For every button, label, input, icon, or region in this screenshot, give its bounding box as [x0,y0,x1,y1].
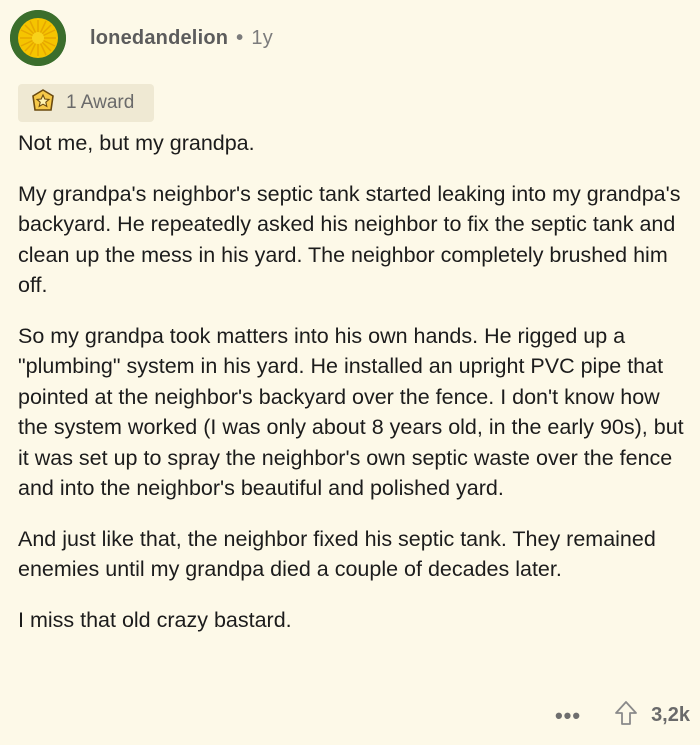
award-badge[interactable]: 1 Award [18,84,154,122]
upvote-count: 3,2k [651,704,690,726]
meta-separator: • [236,26,244,49]
comment-card: lonedandelion • 1y 1 Award Not me, but m… [0,0,700,745]
more-options-icon[interactable]: ••• [555,703,581,729]
comment-paragraph: So my grandpa took matters into his own … [18,323,684,501]
upvote-button[interactable]: 3,2k [613,700,690,731]
award-icon [30,88,56,119]
comment-paragraph: Not me, but my grandpa. [18,131,255,155]
comment-body: Not me, but my grandpa. My grandpa's nei… [18,128,688,635]
comment-paragraph: And just like that, the neighbor fixed h… [18,526,656,582]
comment-paragraph: My grandpa's neighbor's septic tank star… [18,181,681,298]
username-link[interactable]: lonedandelion [90,27,228,50]
award-label: 1 Award [66,92,135,113]
upvote-arrow-icon [613,700,639,731]
dandelion-avatar-icon[interactable] [10,10,66,66]
comment-paragraph: I miss that old crazy bastard. [18,607,292,632]
comment-actions: ••• 3,2k [555,700,690,731]
comment-meta: lonedandelion • 1y [90,27,273,50]
comment-age: 1y [251,26,273,49]
comment-header: lonedandelion • 1y [10,10,273,66]
